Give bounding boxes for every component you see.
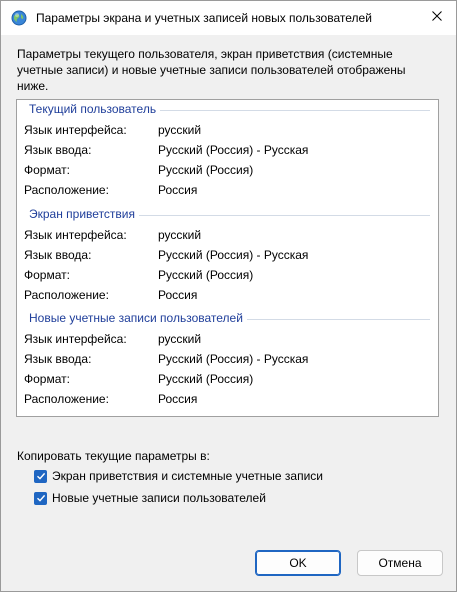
- setting-label: Расположение:: [24, 183, 109, 197]
- ok-button[interactable]: OK: [255, 550, 341, 576]
- setting-label: Формат:: [24, 163, 70, 177]
- setting-value: Русский (Россия): [158, 372, 254, 386]
- setting-value: русский: [158, 123, 202, 137]
- checkbox-label[interactable]: Новые учетные записи пользователей: [52, 491, 266, 505]
- close-button[interactable]: [422, 3, 452, 31]
- group-header-welcome-screen: Экран приветствия: [29, 207, 430, 221]
- setting-value: Россия: [158, 288, 198, 302]
- group-header-new-users: Новые учетные записи пользователей: [29, 311, 430, 325]
- setting-value: Русский (Россия): [158, 268, 254, 282]
- setting-label: Язык интерфейса:: [24, 228, 127, 242]
- setting-value: Россия: [158, 392, 198, 406]
- setting-value: русский: [158, 228, 202, 242]
- cancel-button-label: Отмена: [378, 556, 422, 570]
- dialog-window: Параметры экрана и учетных записей новых…: [0, 0, 457, 592]
- setting-value: Русский (Россия) - Русская: [158, 143, 309, 157]
- settings-panel: Текущий пользователь Язык интерфейса: ру…: [16, 99, 439, 417]
- ok-button-label: OK: [289, 556, 307, 570]
- window-title: Параметры экрана и учетных записей новых…: [36, 11, 372, 25]
- setting-value: Русский (Россия): [158, 163, 254, 177]
- setting-value: русский: [158, 332, 202, 346]
- checkbox-checked-icon[interactable]: [34, 491, 47, 505]
- group-header-current-user: Текущий пользователь: [29, 102, 430, 116]
- setting-label: Язык интерфейса:: [24, 123, 127, 137]
- cancel-button[interactable]: Отмена: [357, 550, 443, 576]
- setting-label: Формат:: [24, 372, 70, 386]
- group-title: Новые учетные записи пользователей: [29, 311, 247, 325]
- setting-value: Русский (Россия) - Русская: [158, 352, 309, 366]
- close-icon: [432, 10, 442, 24]
- checkbox-checked-icon[interactable]: [34, 469, 47, 483]
- setting-label: Язык ввода:: [24, 352, 92, 366]
- intro-text: Параметры текущего пользователя, экран п…: [17, 47, 406, 93]
- copy-settings-label: Копировать текущие параметры в:: [17, 449, 210, 463]
- checkbox-label[interactable]: Экран приветствия и системные учетные за…: [52, 469, 323, 483]
- group-title: Экран приветствия: [29, 207, 140, 221]
- globe-icon: [11, 10, 27, 26]
- setting-label: Язык интерфейса:: [24, 332, 127, 346]
- setting-value: Русский (Россия) - Русская: [158, 248, 309, 262]
- setting-label: Расположение:: [24, 392, 109, 406]
- copy-welcome-screen-option[interactable]: Экран приветствия и системные учетные за…: [34, 468, 323, 484]
- setting-value: Россия: [158, 183, 198, 197]
- setting-label: Формат:: [24, 268, 70, 282]
- setting-label: Расположение:: [24, 288, 109, 302]
- title-bar[interactable]: Параметры экрана и учетных записей новых…: [1, 1, 456, 35]
- setting-label: Язык ввода:: [24, 248, 92, 262]
- copy-new-users-option[interactable]: Новые учетные записи пользователей: [34, 490, 266, 506]
- group-title: Текущий пользователь: [29, 102, 161, 116]
- setting-label: Язык ввода:: [24, 143, 92, 157]
